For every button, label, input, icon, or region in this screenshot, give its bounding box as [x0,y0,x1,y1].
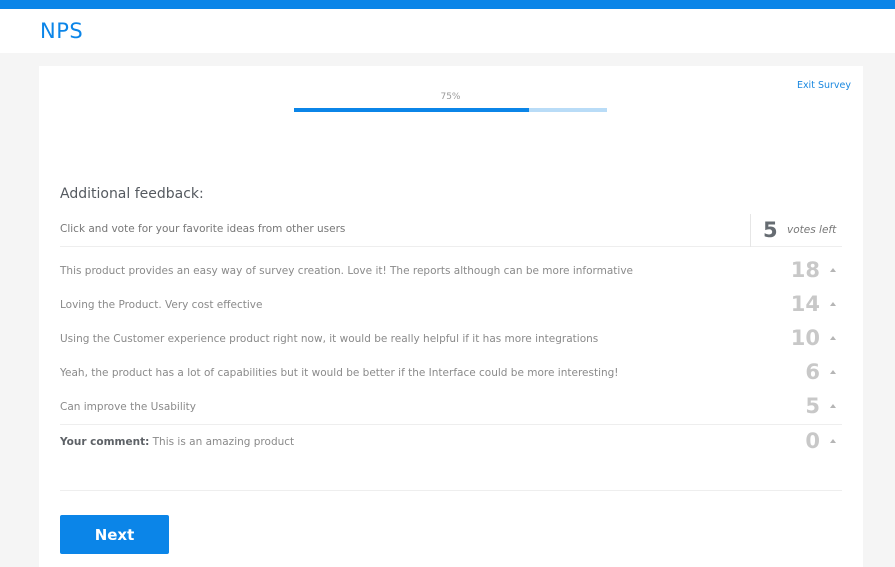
idea-vote-count: 18 [790,258,820,282]
idea-item[interactable]: Using the Customer experience product ri… [60,322,842,356]
idea-text: Loving the Product. Very cost effective [60,299,263,311]
your-comment-label: Your comment: [60,436,150,448]
idea-text: Using the Customer experience product ri… [60,333,599,345]
idea-item[interactable]: This product provides an easy way of sur… [60,254,842,288]
progress-bar [294,108,607,112]
idea-vote-count: 6 [805,360,820,384]
your-comment-item[interactable]: Your comment: This is an amazing product… [60,424,842,458]
your-comment-text: This is an amazing product [149,436,295,448]
upvote-icon[interactable] [826,399,840,413]
app-title: NPS [40,19,84,43]
idea-vote-count: 5 [805,394,820,418]
idea-item[interactable]: Loving the Product. Very cost effective … [60,288,842,322]
your-comment: Your comment: This is an amazing product [60,436,294,448]
idea-text: Yeah, the product has a lot of capabilit… [60,367,619,379]
top-accent-bar [0,0,895,9]
votes-left-counter: 5 votes left [750,214,842,247]
upvote-icon[interactable] [826,365,840,379]
idea-text: Can improve the Usability [60,401,196,413]
upvote-icon[interactable] [826,434,840,448]
progress-fill [294,108,529,112]
upvote-icon[interactable] [826,297,840,311]
next-button[interactable]: Next [60,515,169,554]
idea-item[interactable]: Can improve the Usability 5 [60,390,842,424]
idea-list: This product provides an easy way of sur… [60,254,842,458]
votes-left-label: votes left [787,224,837,236]
header: NPS [0,9,895,53]
votes-left-count: 5 [763,218,778,242]
idea-item[interactable]: Yeah, the product has a lot of capabilit… [60,356,842,390]
progress-label: 75% [440,92,461,102]
upvote-icon[interactable] [826,331,840,345]
idea-vote-count: 0 [805,429,820,453]
vote-header: Click and vote for your favorite ideas f… [60,212,842,247]
vote-instruction: Click and vote for your favorite ideas f… [60,223,346,235]
idea-vote-count: 10 [790,326,820,350]
idea-text: This product provides an easy way of sur… [60,265,634,277]
survey-card: Exit Survey 75% Additional feedback: Cli… [39,66,863,567]
idea-vote-count: 14 [790,292,820,316]
section-title: Additional feedback: [60,186,204,202]
divider [60,490,842,491]
exit-survey-link[interactable]: Exit Survey [797,80,851,91]
upvote-icon[interactable] [826,263,840,277]
